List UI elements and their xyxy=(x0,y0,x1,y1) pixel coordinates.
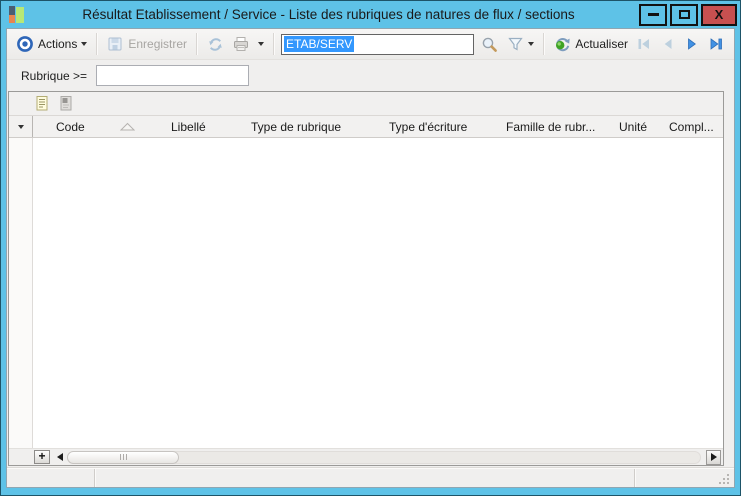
next-record-button[interactable] xyxy=(680,34,704,54)
last-record-icon xyxy=(710,38,722,50)
previous-record-icon xyxy=(664,39,672,49)
first-record-button[interactable] xyxy=(632,34,656,54)
maximize-icon xyxy=(678,10,690,19)
column-label: Famille de rubr... xyxy=(506,119,596,134)
search-selected-text: ETAB/SERV xyxy=(284,36,355,52)
app-window: Résultat Etablissement / Service - Liste… xyxy=(0,0,741,496)
sort-ascending-icon xyxy=(120,122,135,131)
chevron-down-icon xyxy=(258,42,265,46)
grid-toolbar xyxy=(9,92,723,116)
status-panel-left xyxy=(7,469,95,487)
grid-hscrollbar: + xyxy=(9,448,723,465)
title-bar: Résultat Etablissement / Service - Liste… xyxy=(1,1,740,28)
document-icon xyxy=(36,96,48,111)
column-header-unite[interactable]: Unité xyxy=(619,116,669,137)
actualiser-button[interactable]: Actualiser xyxy=(549,33,632,55)
previous-record-button[interactable] xyxy=(656,34,680,54)
grid-header-row: Code Libellé Type de rubrique Type d'écr… xyxy=(9,116,723,138)
status-panel-right xyxy=(635,469,734,487)
hscroll-thumb[interactable] xyxy=(67,450,179,464)
row-selector-header[interactable] xyxy=(9,116,33,137)
actualiser-refresh-icon xyxy=(553,35,571,53)
separator xyxy=(273,33,275,55)
thumb-grip xyxy=(125,454,127,460)
column-header-type-ecriture[interactable]: Type d'écriture xyxy=(389,116,506,137)
first-record-icon xyxy=(638,39,649,49)
close-button[interactable]: X xyxy=(701,3,737,26)
column-label: Type d'écriture xyxy=(389,119,468,134)
window-title: Résultat Etablissement / Service - Liste… xyxy=(82,7,575,22)
row-selector-column xyxy=(9,138,33,448)
column-label: Unité xyxy=(619,119,648,134)
results-grid: Code Libellé Type de rubrique Type d'écr… xyxy=(8,91,724,466)
refresh-button[interactable] xyxy=(202,33,228,55)
save-icon xyxy=(106,35,124,53)
next-record-icon xyxy=(688,38,696,50)
actions-button[interactable]: Actions xyxy=(34,35,91,53)
separator xyxy=(196,33,198,55)
chevron-down-icon xyxy=(17,124,24,129)
window-controls: X xyxy=(639,3,737,26)
rubrique-filter-label: Rubrique >= xyxy=(21,68,88,83)
print-button[interactable] xyxy=(228,33,254,55)
column-label: Type de rubrique xyxy=(251,119,342,134)
minimize-button[interactable] xyxy=(639,3,667,26)
column-header-code[interactable]: Code xyxy=(33,116,171,137)
target-icon xyxy=(16,35,34,53)
search-button[interactable] xyxy=(476,33,502,55)
new-note-button[interactable] xyxy=(33,95,51,113)
column-header-type-rubrique[interactable]: Type de rubrique xyxy=(251,116,389,137)
separator xyxy=(543,33,545,55)
status-bar xyxy=(7,468,734,487)
filter-row: Rubrique >= xyxy=(7,60,734,91)
save-button[interactable]: Enregistrer xyxy=(102,33,191,55)
filter-funnel-button[interactable] xyxy=(502,33,538,55)
minimize-icon xyxy=(647,13,659,16)
scroll-left-icon[interactable] xyxy=(57,453,63,461)
app-icon xyxy=(9,6,24,23)
chevron-down-icon xyxy=(528,42,535,46)
hscroll-track[interactable] xyxy=(67,450,701,464)
disabled-note-icon xyxy=(60,96,72,111)
thumb-grip xyxy=(122,454,124,460)
add-button[interactable]: + xyxy=(34,450,50,464)
actualiser-label: Actualiser xyxy=(575,37,628,51)
print-options-button[interactable] xyxy=(254,40,268,48)
edit-note-button[interactable] xyxy=(57,95,75,113)
column-label: Libellé xyxy=(171,119,206,134)
status-panel-middle xyxy=(95,469,635,487)
rubrique-filter-input[interactable] xyxy=(96,65,250,86)
actions-label: Actions xyxy=(38,37,78,51)
magnifier-icon xyxy=(480,35,498,53)
column-label: Compl... xyxy=(669,119,714,134)
scroll-right-icon xyxy=(710,453,717,461)
column-header-libelle[interactable]: Libellé xyxy=(171,116,251,137)
grid-body xyxy=(9,138,723,448)
column-header-famille[interactable]: Famille de rubr... xyxy=(506,116,619,137)
refresh-icon xyxy=(206,35,224,53)
chevron-down-icon xyxy=(81,42,88,46)
column-label: Code xyxy=(56,119,85,134)
column-header-complement[interactable]: Compl... xyxy=(669,116,723,137)
scroll-right-button[interactable] xyxy=(706,449,721,465)
maximize-button[interactable] xyxy=(670,3,698,26)
last-record-button[interactable] xyxy=(704,34,728,54)
search-input[interactable]: ETAB/SERV xyxy=(281,33,475,55)
funnel-icon xyxy=(506,35,524,53)
thumb-grip xyxy=(119,454,121,460)
client-area: Actions Enregistrer ETAB/SERV Actualiser… xyxy=(6,28,735,488)
resize-grip-icon[interactable] xyxy=(719,473,730,484)
separator xyxy=(96,33,98,55)
main-toolbar: Actions Enregistrer ETAB/SERV Actualiser xyxy=(7,29,734,60)
printer-icon xyxy=(232,35,250,53)
save-label: Enregistrer xyxy=(128,37,188,51)
